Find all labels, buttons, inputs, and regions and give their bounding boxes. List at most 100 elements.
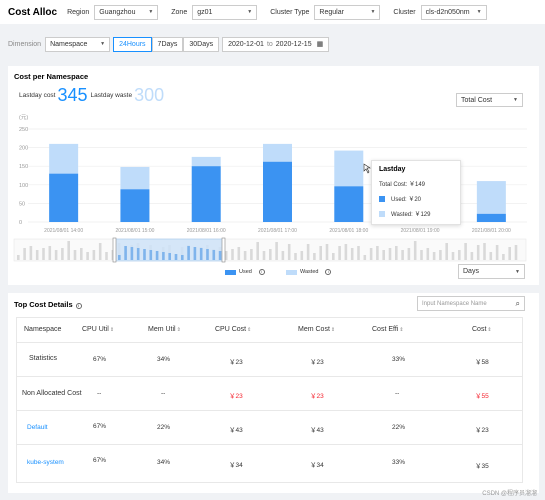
x-tick-label: 2021/08/01 16:00 — [187, 228, 226, 234]
range-24hours-button[interactable]: 24Hours — [113, 36, 152, 52]
brush-bar-selected — [212, 250, 216, 260]
col-mem-util-label: Mem Util — [148, 326, 176, 333]
filter-bar: Dimension Namespace ▼ 24Hours 7Days 30Day… — [0, 30, 545, 58]
brush-bar — [325, 244, 329, 260]
brush-bar — [439, 250, 442, 260]
cluster-type-select[interactable]: Regular ▼ — [314, 4, 381, 20]
col-cost-label: Cost — [472, 326, 487, 333]
legend-used-swatch — [225, 269, 236, 275]
brush-bar — [382, 250, 385, 260]
brush-bar — [269, 249, 272, 260]
table-row: Statistics 67% 34% ￥23 ￥23 33% ￥58 — [17, 343, 522, 377]
brush-bar — [376, 246, 379, 260]
legend-wasted[interactable]: Wasted i — [286, 269, 332, 275]
brush-bar — [458, 250, 461, 260]
col-cpu-util[interactable]: CPU Util⇕ — [82, 326, 114, 333]
col-mem-cost[interactable]: Mem Cost⇕ — [298, 326, 335, 333]
brush-bar — [48, 246, 52, 260]
namespace-search-input[interactable]: Input Namespace Name ⌕ — [417, 296, 525, 311]
row-cpu-util: 67% — [93, 457, 107, 464]
calendar-icon: ▦ — [316, 41, 324, 48]
dimension-select[interactable]: Namespace ▼ — [45, 36, 111, 52]
chart-tooltip: Lastday Total Cost: ￥149 Used: ￥20 Waste… — [371, 160, 461, 225]
legend-wasted-label: Wasted — [300, 269, 319, 275]
row-cpu-util: 67% — [93, 423, 107, 430]
range-7days-button[interactable]: 7Days — [151, 36, 184, 52]
col-cpu-util-label: CPU Util — [82, 326, 109, 333]
x-tick-label: 2021/08/01 14:00 — [44, 228, 83, 234]
brush-bar-selected — [181, 255, 184, 260]
chevron-down-icon: ▼ — [247, 9, 253, 15]
info-icon[interactable]: i — [258, 269, 265, 275]
row-cpu-cost: ￥23 — [229, 359, 243, 366]
date-to: to — [266, 40, 273, 48]
bar-used — [120, 189, 150, 222]
tooltip-used-text: Used: ￥20 — [391, 197, 422, 203]
row-cost-effi: 33% — [392, 356, 406, 363]
brush-bar — [281, 251, 285, 260]
region-select[interactable]: Guangzhou ▼ — [94, 4, 159, 20]
search-icon[interactable]: ⌕ — [516, 299, 520, 309]
row-namespace-link[interactable]: Default — [27, 424, 48, 431]
row-mem-cost: ￥23 — [310, 393, 324, 400]
y-tick-label: 100 — [19, 183, 28, 189]
col-namespace: Namespace — [24, 326, 62, 333]
brush-bar — [395, 246, 398, 260]
x-tick-label: 2021/08/01 18:00 — [329, 228, 368, 234]
info-icon[interactable]: i — [75, 303, 82, 309]
col-cpu-cost[interactable]: CPU Cost⇕ — [215, 326, 251, 333]
col-cost[interactable]: Cost⇕ — [472, 326, 492, 333]
cost-table: Namespace CPU Util⇕ Mem Util⇕ CPU Cost⇕ … — [16, 317, 523, 483]
cluster-value: cls-d2n050nm — [425, 8, 470, 16]
legend-used[interactable]: Used i — [225, 269, 265, 275]
brush-bar — [426, 248, 430, 260]
table-row: Default 67% 22% ￥43 ￥43 22% ￥23 — [17, 411, 522, 445]
sort-icon[interactable]: ⇕ — [487, 327, 491, 333]
cluster-type-value: Regular — [319, 8, 344, 16]
brush-bar — [508, 247, 511, 260]
col-mem-util[interactable]: Mem Util⇕ — [148, 326, 181, 333]
brush-handle-right — [221, 237, 226, 263]
cursor-icon — [363, 163, 371, 174]
bar-wasted — [476, 181, 506, 214]
zone-select[interactable]: gz01 ▼ — [192, 4, 258, 20]
brush-bar-selected — [162, 252, 165, 260]
brush-bar — [350, 248, 354, 260]
col-cost-effi[interactable]: Cost Effi⇕ — [372, 326, 404, 333]
interval-select[interactable]: Days ▼ — [458, 264, 525, 279]
row-cost: ￥58 — [475, 359, 489, 366]
date-range-picker[interactable]: 2020-12-01 to 2020-12-15 ▦ — [222, 36, 330, 52]
row-mem-util: -- — [161, 390, 166, 397]
bar-wasted — [120, 166, 150, 190]
sort-icon[interactable]: ⇕ — [247, 327, 251, 333]
row-cost: ￥55 — [475, 393, 489, 400]
row-cpu-cost: ￥43 — [229, 427, 243, 434]
range-30days-button[interactable]: 30Days — [183, 36, 220, 52]
brush-bar — [489, 252, 493, 260]
brush-bar — [80, 248, 83, 260]
zone-label: Zone — [171, 8, 188, 16]
row-cost: ￥35 — [475, 463, 489, 470]
sort-icon[interactable]: ⇕ — [399, 327, 403, 333]
brush-bar — [313, 253, 316, 260]
row-namespace-link[interactable]: kube-system — [27, 459, 64, 466]
brush-bar — [451, 252, 455, 260]
brush-bar-selected — [136, 248, 140, 260]
y-tick-label: 0 — [19, 220, 22, 226]
brush-bar-selected — [149, 250, 153, 260]
sort-icon[interactable]: ⇕ — [177, 327, 181, 333]
row-cpu-cost: ￥23 — [229, 393, 243, 400]
row-namespace: Non Allocated Cost — [22, 390, 82, 397]
sort-icon[interactable]: ⇕ — [331, 327, 335, 333]
top-cost-details-panel: Top Cost Details i Input Namespace Name … — [8, 293, 539, 493]
info-icon[interactable]: i — [325, 269, 332, 275]
bar-used — [263, 161, 292, 222]
brush-bar — [388, 248, 392, 260]
cluster-select[interactable]: cls-d2n050nm ▼ — [420, 4, 487, 20]
cluster-label: Cluster — [393, 8, 416, 16]
legend-used-label: Used — [239, 269, 252, 275]
sort-icon[interactable]: ⇕ — [110, 327, 114, 333]
bar-used — [334, 186, 364, 222]
row-mem-cost: ￥23 — [310, 359, 324, 366]
tooltip-title: Lastday — [379, 166, 406, 173]
